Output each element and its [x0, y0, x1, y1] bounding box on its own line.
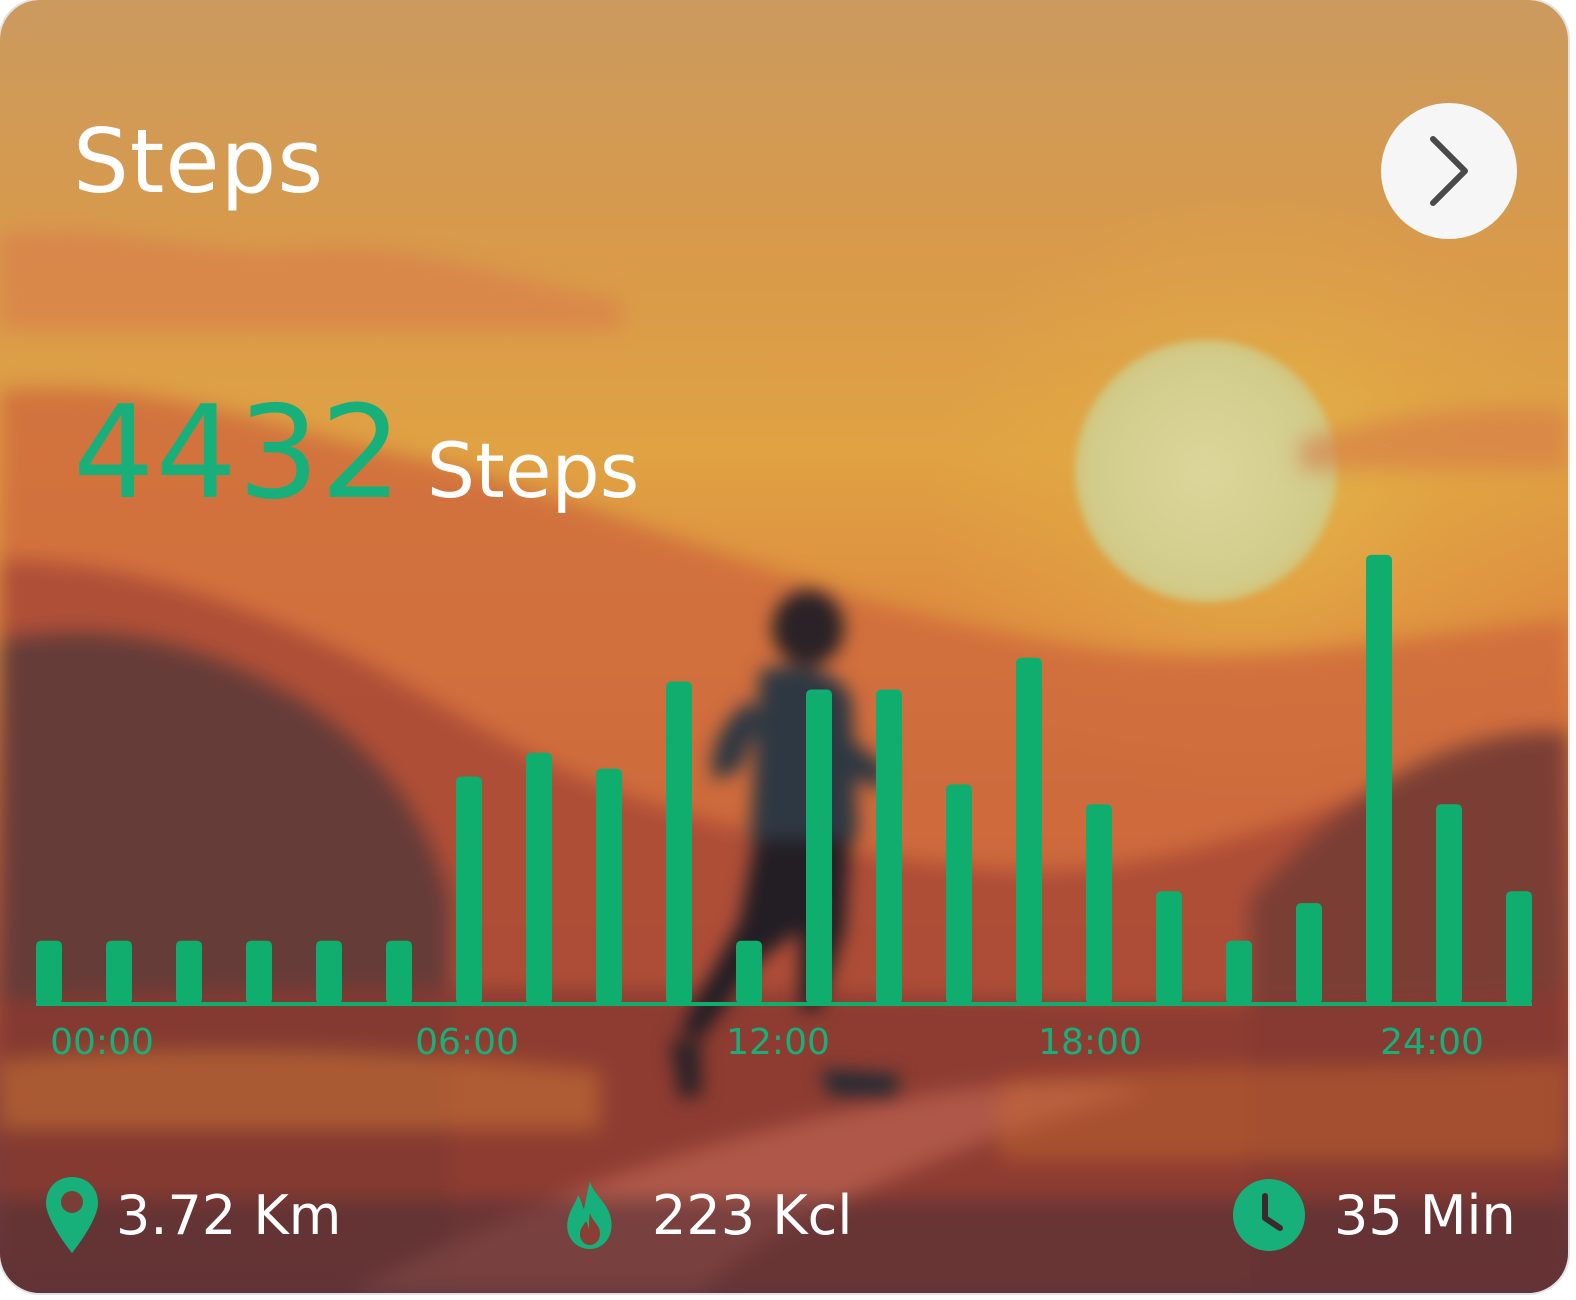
- steps-card: Steps 4432 Steps 00:00 06:00 12:00 18:00 24:0…: [0, 0, 1568, 1293]
- chart-bar: [596, 768, 622, 1004]
- chart-bar: [876, 689, 902, 1004]
- distance-value: 3.72 Km: [116, 1183, 342, 1247]
- chart-bar: [1296, 903, 1322, 1004]
- chart-bar: [106, 940, 132, 1004]
- chart-tick-label: 00:00: [50, 1022, 154, 1063]
- chart-bar: [246, 940, 272, 1004]
- chart-bar: [1156, 891, 1182, 1004]
- duration-stat: 35 Min: [1232, 1170, 1516, 1260]
- chart-bar: [1436, 804, 1462, 1004]
- chart-bar: [1016, 657, 1042, 1004]
- chart-bar: [1226, 940, 1252, 1004]
- chart-bar: [1366, 554, 1392, 1004]
- duration-value: 35 Min: [1334, 1183, 1516, 1247]
- chart-bar: [456, 776, 482, 1004]
- chart-bar: [736, 940, 762, 1004]
- chart-bar: [1506, 891, 1532, 1004]
- chart-bar: [386, 940, 412, 1004]
- chart-bar: [36, 940, 62, 1004]
- chart-tick-label: 18:00: [1038, 1022, 1142, 1063]
- chart-bar: [666, 681, 692, 1004]
- chart-tick-label: 24:00: [1380, 1022, 1484, 1063]
- calories-stat: 223 Kcl: [562, 1170, 852, 1260]
- location-pin-icon: [44, 1175, 100, 1255]
- distance-stat: 3.72 Km: [44, 1170, 341, 1260]
- chart-bar: [806, 689, 832, 1004]
- chart-bar: [526, 752, 552, 1004]
- chart-bar: [946, 784, 972, 1004]
- chart-bar: [1086, 804, 1112, 1004]
- flame-icon: [562, 1179, 618, 1251]
- chart-bar: [176, 940, 202, 1004]
- chart-bar: [316, 940, 342, 1004]
- steps-bar-chart: 00:00 06:00 12:00 18:00 24:00: [36, 554, 1532, 1063]
- chart-tick-label: 06:00: [415, 1022, 519, 1063]
- clock-icon: [1232, 1178, 1306, 1252]
- chart-tick-label: 12:00: [726, 1022, 830, 1063]
- calories-value: 223 Kcl: [652, 1183, 853, 1247]
